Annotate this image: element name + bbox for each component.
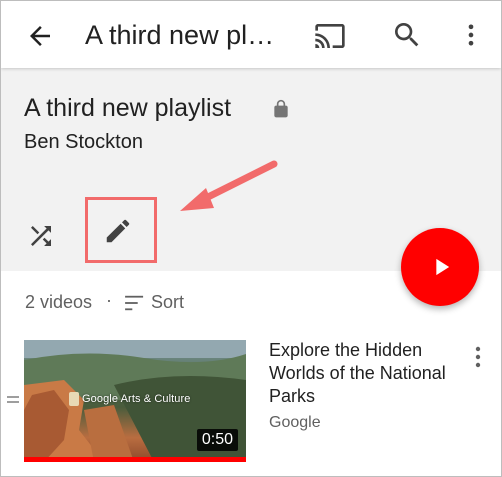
arrow-back-icon[interactable] [25,21,55,51]
playlist-screen: A third new playlist A third new playlis… [0,0,502,477]
playlist-header: A third new playlist Ben Stockton [1,68,501,306]
watch-progress-bar [24,457,246,462]
top-app-bar: A third new playlist [1,1,501,68]
lock-icon [274,99,288,118]
video-channel: Google [269,414,321,431]
search-icon[interactable] [391,19,423,51]
play-all-button[interactable] [401,228,479,306]
video-count: 2 videos [25,292,93,312]
shuffle-icon[interactable] [26,221,56,251]
drag-handle-icon[interactable] [7,395,19,405]
video-duration: 0:50 [196,429,238,451]
playlist-title: A third new playlist [24,94,232,122]
play-icon [436,258,450,276]
sort-button[interactable]: Sort [151,292,184,313]
arts-culture-logo [69,392,79,406]
annotation-arrow [180,160,278,211]
thumbnail-caption: Google Arts & Culture [82,393,191,405]
video-thumbnail[interactable]: Google Arts & Culture 0:50 [24,340,246,462]
more-vert-icon[interactable] [457,19,485,51]
video-more-icon[interactable] [471,344,485,370]
app-bar-title: A third new playlist [85,20,280,50]
cast-icon[interactable] [314,20,346,52]
separator-dot: · [106,290,112,310]
video-title[interactable]: Explore the Hidden Worlds of the Nationa… [269,339,459,408]
pencil-icon[interactable] [103,216,133,246]
playlist-owner[interactable]: Ben Stockton [24,129,143,155]
sort-icon[interactable] [124,294,146,312]
